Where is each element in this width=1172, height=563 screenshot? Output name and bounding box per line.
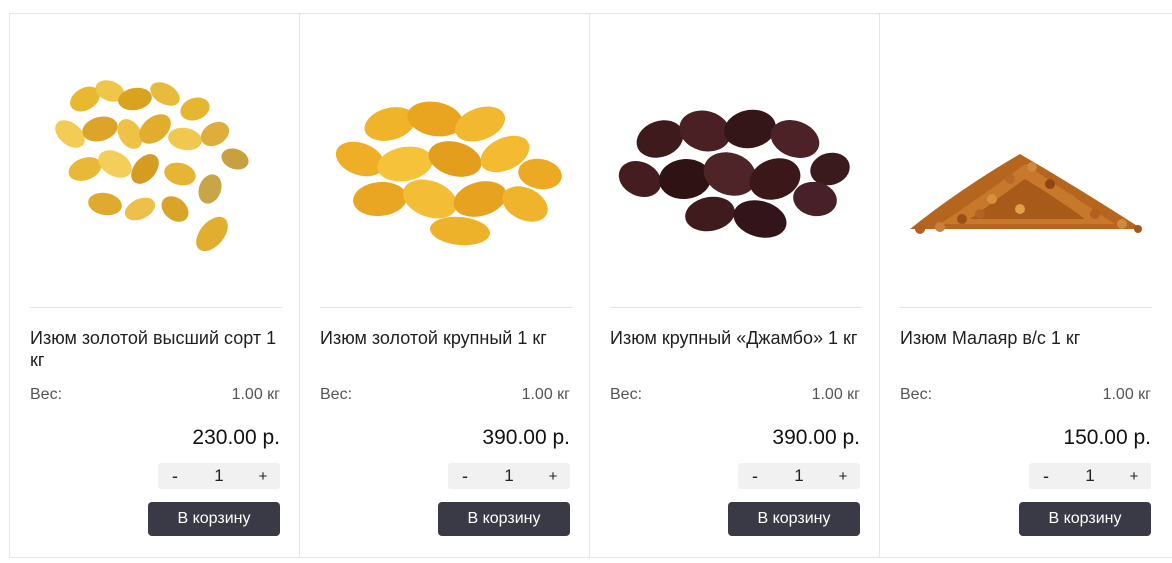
quantity-stepper: - 1 + (738, 463, 860, 489)
weight-value: 1.00 кг (1102, 386, 1151, 403)
quantity-value[interactable]: 1 (794, 466, 803, 486)
weight-value: 1.00 кг (231, 386, 280, 403)
add-to-cart-button[interactable]: В корзину (728, 502, 860, 536)
quantity-stepper: - 1 + (1029, 463, 1151, 489)
malayar-raisins-image[interactable] (900, 39, 1152, 289)
increment-button[interactable]: + (836, 468, 850, 485)
jumbo-dark-raisins-image[interactable] (610, 39, 862, 289)
increment-button[interactable]: + (256, 468, 270, 485)
add-to-cart-button[interactable]: В корзину (148, 502, 280, 536)
add-to-cart-button[interactable]: В корзину (1019, 502, 1151, 536)
quantity-stepper: - 1 + (158, 463, 280, 489)
product-grid: Изюм золотой высший сорт 1 кг Вес: 1.00 … (9, 13, 1172, 558)
weight-value: 1.00 кг (521, 386, 570, 403)
quantity-stepper: - 1 + (448, 463, 570, 489)
product-card: Изюм золотой высший сорт 1 кг Вес: 1.00 … (9, 14, 299, 557)
divider (30, 307, 282, 308)
increment-button[interactable]: + (546, 468, 560, 485)
weight-label: Вес: (900, 386, 933, 403)
product-card: Изюм Малаяр в/с 1 кг Вес: 1.00 кг 150.00… (879, 14, 1170, 557)
golden-raisins-image[interactable] (30, 39, 282, 289)
product-title[interactable]: Изюм золотой высший сорт 1 кг (30, 327, 282, 371)
quantity-value[interactable]: 1 (504, 466, 513, 486)
decrement-button[interactable]: - (458, 466, 472, 487)
decrement-button[interactable]: - (748, 466, 762, 487)
product-price: 390.00 р. (482, 426, 570, 449)
weight-label: Вес: (610, 386, 643, 403)
product-title[interactable]: Изюм Малаяр в/с 1 кг (900, 327, 1152, 349)
quantity-value[interactable]: 1 (1085, 466, 1094, 486)
add-to-cart-button[interactable]: В корзину (438, 502, 570, 536)
product-card: Изюм крупный «Джамбо» 1 кг Вес: 1.00 кг … (589, 14, 879, 557)
divider (610, 307, 862, 308)
product-title[interactable]: Изюм крупный «Джамбо» 1 кг (610, 327, 862, 349)
quantity-value[interactable]: 1 (214, 466, 223, 486)
product-card: Изюм золотой крупный 1 кг Вес: 1.00 кг 3… (299, 14, 589, 557)
product-title[interactable]: Изюм золотой крупный 1 кг (320, 327, 572, 349)
large-golden-raisins-image[interactable] (320, 39, 572, 289)
product-price: 390.00 р. (772, 426, 860, 449)
decrement-button[interactable]: - (1039, 466, 1053, 487)
weight-value: 1.00 кг (811, 386, 860, 403)
decrement-button[interactable]: - (168, 466, 182, 487)
product-price: 150.00 р. (1063, 426, 1151, 449)
product-price: 230.00 р. (192, 426, 280, 449)
weight-label: Вес: (320, 386, 353, 403)
divider (900, 307, 1152, 308)
increment-button[interactable]: + (1127, 468, 1141, 485)
divider (320, 307, 572, 308)
weight-label: Вес: (30, 386, 63, 403)
